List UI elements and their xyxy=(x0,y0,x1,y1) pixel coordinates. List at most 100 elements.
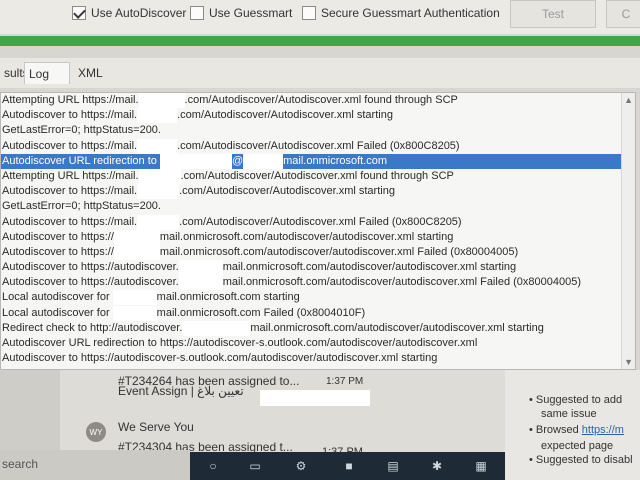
bullet-1: • Suggested to add xyxy=(529,394,623,406)
log-line-text: Autodiscover to https://mail. xyxy=(2,109,138,122)
secure-guessmart-checkbox[interactable] xyxy=(302,6,316,20)
log-line-text: Autodiscover to https://mail. xyxy=(2,185,138,198)
mail1-time: 1:37 PM xyxy=(326,376,364,387)
log-line-text: GetLastError=0; httpStatus=200. xyxy=(2,124,161,137)
log-line-text: Attempting URL https://mail. xyxy=(2,169,139,182)
cancel-button[interactable]: C xyxy=(606,0,640,28)
log-line-text: Autodiscover to https://autodiscover-s.o… xyxy=(2,352,438,365)
bullet-3: • Suggested to disabl xyxy=(529,454,633,466)
log-line-text: GetLastError=0; httpStatus=200. xyxy=(2,200,161,213)
redaction xyxy=(182,320,251,336)
redaction xyxy=(137,184,180,200)
log-line-text: Autodiscover to https://mail. xyxy=(2,139,138,152)
log-line-text: mail.onmicrosoft.com/autodiscover/autodi… xyxy=(159,230,454,243)
log-line[interactable]: Autodiscover to https://autodiscover. mai… xyxy=(1,260,635,276)
log-line[interactable]: Autodiscover to https://autodiscover-s.o… xyxy=(1,351,635,366)
log-line[interactable]: Local autodiscover for mail.onmicrosoft.… xyxy=(1,305,635,321)
log-line-text: mail.onmicrosoft.com Failed (0x8004010F) xyxy=(156,306,366,319)
log-line-text: Autodiscover to https:// xyxy=(2,245,114,258)
redaction xyxy=(112,305,157,321)
log-scrollbar[interactable]: ▲ ▼ xyxy=(621,93,635,369)
log-line-text: .com/Autodiscover/Autodiscover.xml Faile… xyxy=(179,215,462,228)
log-line-text: mail.onmicrosoft.com/autodiscover/autodi… xyxy=(159,245,519,258)
log-line-text: .com/Autodiscover/Autodiscover.xml start… xyxy=(179,185,395,198)
app-icon[interactable]: ■ xyxy=(342,459,356,473)
gear-icon[interactable]: ⚙ xyxy=(294,459,308,473)
bullet-2: • Browsed https://m xyxy=(529,424,624,436)
redaction xyxy=(137,214,180,230)
side-panel: • Suggested to add same issue • Browsed … xyxy=(505,370,640,480)
tab-xml[interactable]: XML xyxy=(74,62,107,84)
log-output[interactable]: Attempting URL https://mail. .com/Autodis… xyxy=(0,92,636,370)
log-line[interactable]: Autodiscover to https://mail. .com/Autodi… xyxy=(1,108,635,124)
log-line[interactable]: Autodiscover URL redirection to @ mail.on… xyxy=(1,153,635,169)
progress-bar xyxy=(0,36,640,46)
bullet-3-text: Suggested to disabl xyxy=(535,454,633,466)
network-icon[interactable]: ✱ xyxy=(430,459,444,473)
taskbar-search[interactable]: search xyxy=(0,450,190,480)
redaction xyxy=(243,153,284,169)
use-autodiscover-option[interactable]: Use AutoDiscover xyxy=(72,4,186,22)
progress-fill xyxy=(0,36,640,46)
tab-log[interactable]: Log xyxy=(24,62,70,84)
log-line[interactable]: Redirect check to http://autodiscover. ma… xyxy=(1,320,635,336)
bullet-2-link[interactable]: https://m xyxy=(582,424,624,436)
mail1-preview: Event Assign | تعيين بلاغ xyxy=(118,384,244,398)
log-line-text: Autodiscover URL redirection to https://… xyxy=(2,337,478,349)
log-line-text: Local autodiscover for xyxy=(2,306,113,319)
log-lines: Attempting URL https://mail. .com/Autodis… xyxy=(1,93,635,366)
redaction xyxy=(138,168,181,184)
log-line[interactable]: Autodiscover to https://mail. .com/Autodi… xyxy=(1,138,635,154)
folder-icon[interactable]: ▤ xyxy=(386,459,400,473)
log-line[interactable]: Autodiscover to https:// mail.onmicrosoft… xyxy=(1,229,635,245)
store-icon[interactable]: ▦ xyxy=(474,459,488,473)
log-line[interactable]: Attempting URL https://mail. .com/Autodis… xyxy=(1,168,635,184)
sender-avatar: WY xyxy=(86,422,106,442)
mail2-sender: We Serve You xyxy=(118,420,194,434)
redaction xyxy=(113,229,160,245)
redaction xyxy=(178,260,223,276)
log-line-text: mail.onmicrosoft.com/autodiscover/autodi… xyxy=(222,276,581,289)
log-line[interactable]: Autodiscover to https:// mail.onmicrosoft… xyxy=(1,244,635,260)
bullet-1-text: Suggested to add xyxy=(535,394,623,406)
log-line-text: Autodiscover to https://autodiscover. xyxy=(2,261,179,274)
log-line-text: .com/Autodiscover/Autodiscover.xml found… xyxy=(180,169,454,182)
use-guessmart-checkbox[interactable] xyxy=(190,6,204,20)
redaction xyxy=(159,153,232,169)
log-line-text: .com/Autodiscover/Autodiscover.xml Faile… xyxy=(177,139,460,152)
use-guessmart-option[interactable]: Use Guessmart xyxy=(190,4,292,22)
log-line-text: Local autodiscover for xyxy=(2,291,113,304)
log-line-text: .com/Autodiscover/Autodiscover.xml found… xyxy=(184,94,458,106)
task-view-icon[interactable]: ▭ xyxy=(248,459,262,473)
redaction xyxy=(137,138,178,154)
redaction xyxy=(178,275,223,291)
circle-icon[interactable]: ○ xyxy=(206,459,220,473)
log-line[interactable]: Local autodiscover for mail.onmicrosoft.… xyxy=(1,290,635,306)
tab-strip: sults Log XML xyxy=(0,58,640,88)
scroll-up-icon[interactable]: ▲ xyxy=(624,95,633,105)
log-line[interactable]: Autodiscover URL redirection to https://… xyxy=(1,336,635,351)
secure-guessmart-option[interactable]: Secure Guessmart Authentication xyxy=(302,4,500,22)
log-line[interactable]: GetLastError=0; httpStatus=200. xyxy=(1,123,635,138)
bullet-2-text: Browsed xyxy=(535,424,582,436)
taskbar: ○ ▭ ⚙ ■ ▤ ✱ ▦ xyxy=(190,452,505,480)
log-line-text: Attempting URL https://mail. xyxy=(2,94,139,106)
log-line-text: mail.onmicrosoft.com xyxy=(283,154,388,167)
log-line[interactable]: Autodiscover to https://autodiscover. mai… xyxy=(1,275,635,291)
log-line[interactable]: Autodiscover to https://mail. .com/Autodi… xyxy=(1,184,635,200)
log-line-text: mail.onmicrosoft.com starting xyxy=(156,291,300,304)
log-line[interactable]: Autodiscover to https://mail. .com/Autodi… xyxy=(1,214,635,230)
redaction xyxy=(113,244,160,260)
use-autodiscover-checkbox[interactable] xyxy=(72,6,86,20)
test-button[interactable]: Test xyxy=(510,0,596,28)
log-line[interactable]: GetLastError=0; httpStatus=200. xyxy=(1,199,635,214)
log-line-text: .com/Autodiscover/Autodiscover.xml start… xyxy=(177,109,393,122)
log-line-text: mail.onmicrosoft.com/autodiscover/autodi… xyxy=(250,321,544,334)
log-line-text: Autodiscover to https:// xyxy=(2,230,114,243)
redaction xyxy=(138,93,185,108)
log-line[interactable]: Attempting URL https://mail. .com/Autodis… xyxy=(1,93,635,108)
bullet-2-cont: expected page xyxy=(541,440,614,452)
redaction xyxy=(137,108,178,124)
log-line-text: @ xyxy=(231,154,244,167)
scroll-down-icon[interactable]: ▼ xyxy=(624,357,633,367)
